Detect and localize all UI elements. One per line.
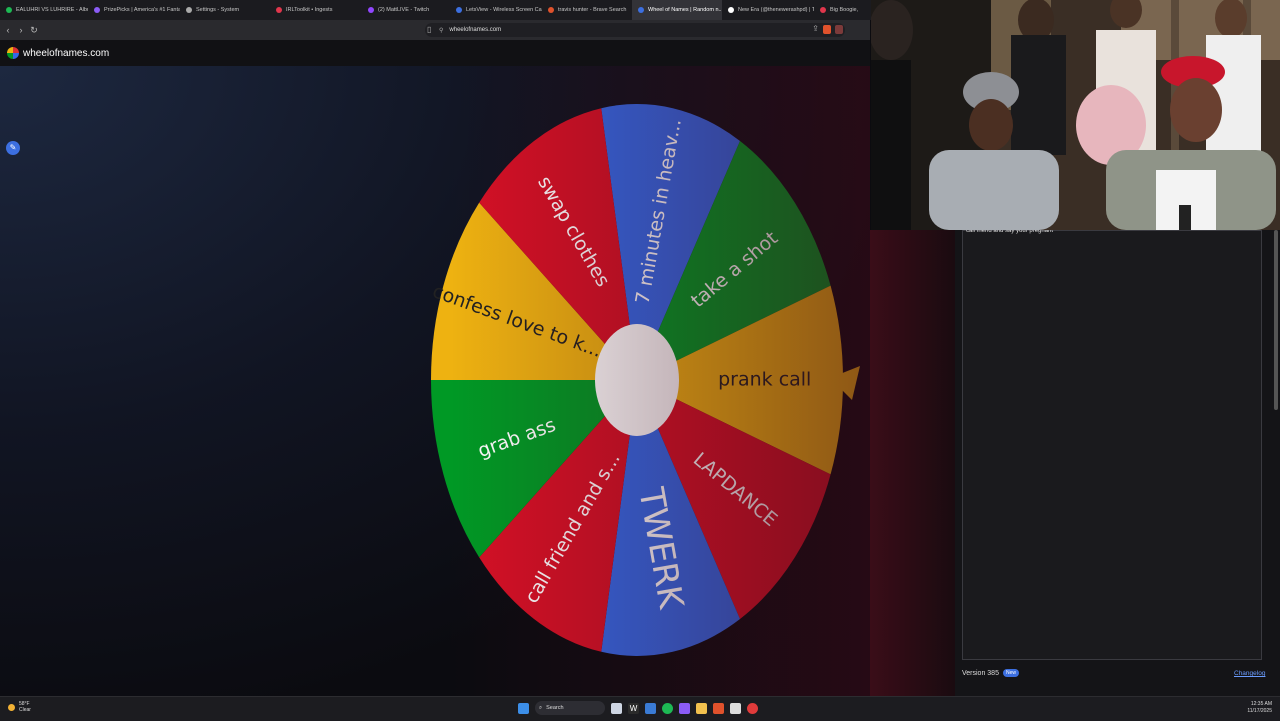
tab-favicon-icon <box>456 7 462 13</box>
taskbar: 58°F Clear ⌕ Search W 12:35 AM 11/17/202… <box>0 696 1280 721</box>
spotify-icon[interactable] <box>662 702 673 714</box>
reload-icon[interactable]: ↻ <box>29 25 39 36</box>
version-text: Version 385 <box>962 669 999 677</box>
w-app-icon[interactable]: W <box>628 702 639 714</box>
taskbar-apps: ⌕ Search W <box>518 701 758 715</box>
browser-tab[interactable]: travis hunter - Brave Search <box>542 0 632 20</box>
tab-label: Big Boogie, DJ D... <box>830 7 860 13</box>
browser-tab[interactable]: EALUHRI VS LUHRIRE - Album by Ea... <box>0 0 88 20</box>
url-text: wheelofnames.com <box>449 27 502 33</box>
weather-widget[interactable]: 58°F Clear <box>8 701 31 713</box>
brave-icon[interactable] <box>713 702 724 714</box>
browser-tab[interactable]: Wheel of Names | Random n...× <box>632 0 722 20</box>
scrollbar[interactable] <box>1274 230 1278 410</box>
tab-label: IRLToolkit • Ingests <box>286 7 333 13</box>
tab-favicon-icon <box>6 7 12 13</box>
wheel-center-button[interactable] <box>595 324 679 436</box>
tab-label: EALUHRI VS LUHRIRE - Album by Ea... <box>16 7 88 13</box>
url-field[interactable]: ▯ ⚲ wheelofnames.com ⇪ <box>425 23 845 37</box>
brave-shields-icon[interactable] <box>823 25 831 34</box>
tab-label: LetsView - Wireless Screen Cast - App... <box>466 7 542 13</box>
system-clock[interactable]: 12:35 AM 11/17/2025 <box>1247 701 1272 715</box>
browser-tab[interactable]: LetsView - Wireless Screen Cast - App... <box>450 0 542 20</box>
tab-favicon-icon <box>368 7 374 13</box>
bookmark-icon[interactable]: ▯ <box>427 25 431 34</box>
panel-gutter <box>870 230 955 696</box>
tab-favicon-icon <box>186 7 192 13</box>
tab-label: PrizePicks | America's #1 Fantasy Sp... <box>104 7 180 13</box>
clock-time: 12:35 AM <box>1250 701 1272 707</box>
tab-label: (2) MattLIVE - Twitch <box>378 7 430 13</box>
windows-start-icon[interactable] <box>518 702 529 714</box>
webcam-overlay <box>871 0 1280 230</box>
wheel-stage: ✎ 7 minutes in heav... take a shot prank c… <box>0 66 870 696</box>
browser-tab[interactable]: IRLToolkit • Ingests <box>270 0 362 20</box>
obs-icon[interactable] <box>679 702 690 714</box>
tab-favicon-icon <box>638 7 644 13</box>
wheel-segment-label: prank call <box>718 369 811 391</box>
file-explorer-icon[interactable] <box>696 702 707 714</box>
capcut-alt-icon[interactable] <box>730 702 741 714</box>
browser-tab[interactable]: New Era (@thenewerashpd) | TikTok <box>722 0 814 20</box>
chrome-icon[interactable] <box>747 702 758 714</box>
version-info: Version 385 New <box>962 669 1019 677</box>
capcut-icon[interactable] <box>645 702 656 714</box>
entries-textarea[interactable]: call friend and say your pregnant <box>962 228 1262 660</box>
tab-label: Wheel of Names | Random n... <box>648 7 722 13</box>
weather-icon <box>8 703 15 711</box>
tab-favicon-icon <box>548 7 554 13</box>
browser-tab[interactable]: Settings - System <box>180 0 270 20</box>
webcam-image <box>871 0 1280 230</box>
taskbar-search-label: Search <box>546 705 564 711</box>
tab-favicon-icon <box>820 7 826 13</box>
tab-favicon-icon <box>728 7 734 13</box>
tab-favicon-icon <box>276 7 282 13</box>
address-bar: ‹ › ↻ ▯ ⚲ wheelofnames.com ⇪ <box>0 20 870 40</box>
wheel[interactable]: 7 minutes in heav... take a shotprank cal… <box>0 66 870 696</box>
tab-label: travis hunter - Brave Search <box>558 7 627 13</box>
site-header: wheelofnames.com <box>0 40 870 67</box>
search-icon: ⌕ <box>539 704 543 711</box>
back-icon[interactable]: ‹ <box>3 25 13 35</box>
tab-favicon-icon <box>94 7 100 13</box>
site-info-icon[interactable]: ⚲ <box>439 27 443 34</box>
forward-icon[interactable]: › <box>16 25 26 35</box>
wheel-logo-icon[interactable] <box>7 47 19 59</box>
tab-label: New Era (@thenewerashpd) | TikTok <box>738 7 814 13</box>
changelog-link[interactable]: Changelog <box>1234 670 1265 677</box>
weather-condition: Clear <box>19 707 31 713</box>
brave-rewards-icon[interactable] <box>835 25 843 34</box>
tab-label: Settings - System <box>196 7 240 13</box>
browser-tab[interactable]: (2) MattLIVE - Twitch <box>362 0 450 20</box>
site-name[interactable]: wheelofnames.com <box>23 48 109 59</box>
task-view-icon[interactable] <box>611 702 622 714</box>
browser-tab[interactable]: Big Boogie, DJ D... <box>814 0 860 20</box>
browser-tab[interactable]: PrizePicks | America's #1 Fantasy Sp... <box>88 0 180 20</box>
clock-date: 11/17/2025 <box>1247 708 1272 714</box>
new-badge: New <box>1002 669 1019 677</box>
taskbar-search[interactable]: ⌕ Search <box>535 701 605 715</box>
share-icon[interactable]: ⇪ <box>812 24 819 33</box>
